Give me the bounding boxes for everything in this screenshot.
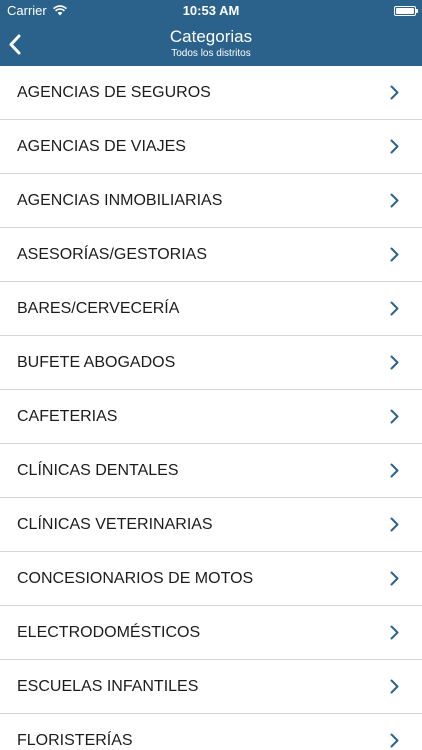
list-item[interactable]: CLÍNICAS VETERINARIAS — [0, 498, 422, 552]
list-item-label: CLÍNICAS DENTALES — [17, 462, 179, 479]
page-title: Categorias — [169, 27, 253, 46]
chevron-right-icon — [390, 139, 399, 154]
chevron-right-icon — [390, 193, 399, 208]
chevron-right-icon — [390, 247, 399, 262]
list-item[interactable]: ESCUELAS INFANTILES — [0, 660, 422, 714]
chevron-right-icon — [390, 625, 399, 640]
battery-icon — [394, 6, 418, 16]
list-item[interactable]: AGENCIAS DE VIAJES — [0, 120, 422, 174]
list-item-label: AGENCIAS DE SEGUROS — [17, 84, 211, 101]
list-item[interactable]: ELECTRODOMÉSTICOS — [0, 606, 422, 660]
list-item[interactable]: CAFETERIAS — [0, 390, 422, 444]
chevron-right-icon — [390, 355, 399, 370]
navigation-header: Carrier 10:53 AM Categorias Todos los di… — [0, 0, 422, 66]
list-item[interactable]: CONCESIONARIOS DE MOTOS — [0, 552, 422, 606]
chevron-right-icon — [390, 301, 399, 316]
list-item-label: AGENCIAS DE VIAJES — [17, 138, 186, 155]
list-item-label: CONCESIONARIOS DE MOTOS — [17, 570, 254, 587]
status-time: 10:53 AM — [182, 3, 240, 18]
list-item[interactable]: AGENCIAS DE SEGUROS — [0, 66, 422, 120]
category-list: AGENCIAS DE SEGUROS AGENCIAS DE VIAJES AGE… — [0, 66, 422, 750]
list-item-label: BARES/CERVECERÍA — [17, 300, 180, 317]
list-item[interactable]: BUFETE ABOGADOS — [0, 336, 422, 390]
list-item-label: CAFETERIAS — [17, 408, 118, 425]
list-item-label: CLÍNICAS VETERINARIAS — [17, 516, 213, 533]
list-item-label: ESCUELAS INFANTILES — [17, 678, 199, 695]
list-item-label: ASESORÍAS/GESTORIAS — [17, 246, 207, 263]
list-item[interactable]: CLÍNICAS DENTALES — [0, 444, 422, 498]
list-item[interactable]: ASESORÍAS/GESTORIAS — [0, 228, 422, 282]
chevron-right-icon — [390, 571, 399, 586]
list-item-label: BUFETE ABOGADOS — [17, 354, 176, 371]
page-subtitle: Todos los distritos — [171, 48, 251, 59]
chevron-right-icon — [390, 733, 399, 748]
list-item-label: FLORISTERÍAS — [17, 732, 133, 749]
nav-bar: Categorias Todos los distritos — [0, 22, 422, 66]
list-item-label: ELECTRODOMÉSTICOS — [17, 624, 201, 641]
battery-fill — [396, 8, 414, 14]
chevron-right-icon — [390, 463, 399, 478]
list-item[interactable]: FLORISTERÍAS — [0, 714, 422, 750]
chevron-right-icon — [390, 679, 399, 694]
status-bar: Carrier 10:53 AM — [0, 0, 422, 22]
chevron-right-icon — [390, 517, 399, 532]
chevron-right-icon — [390, 85, 399, 100]
list-item[interactable]: BARES/CERVECERÍA — [0, 282, 422, 336]
list-item[interactable]: AGENCIAS INMOBILIARIAS — [0, 174, 422, 228]
list-item-label: AGENCIAS INMOBILIARIAS — [17, 192, 223, 209]
chevron-right-icon — [390, 409, 399, 424]
